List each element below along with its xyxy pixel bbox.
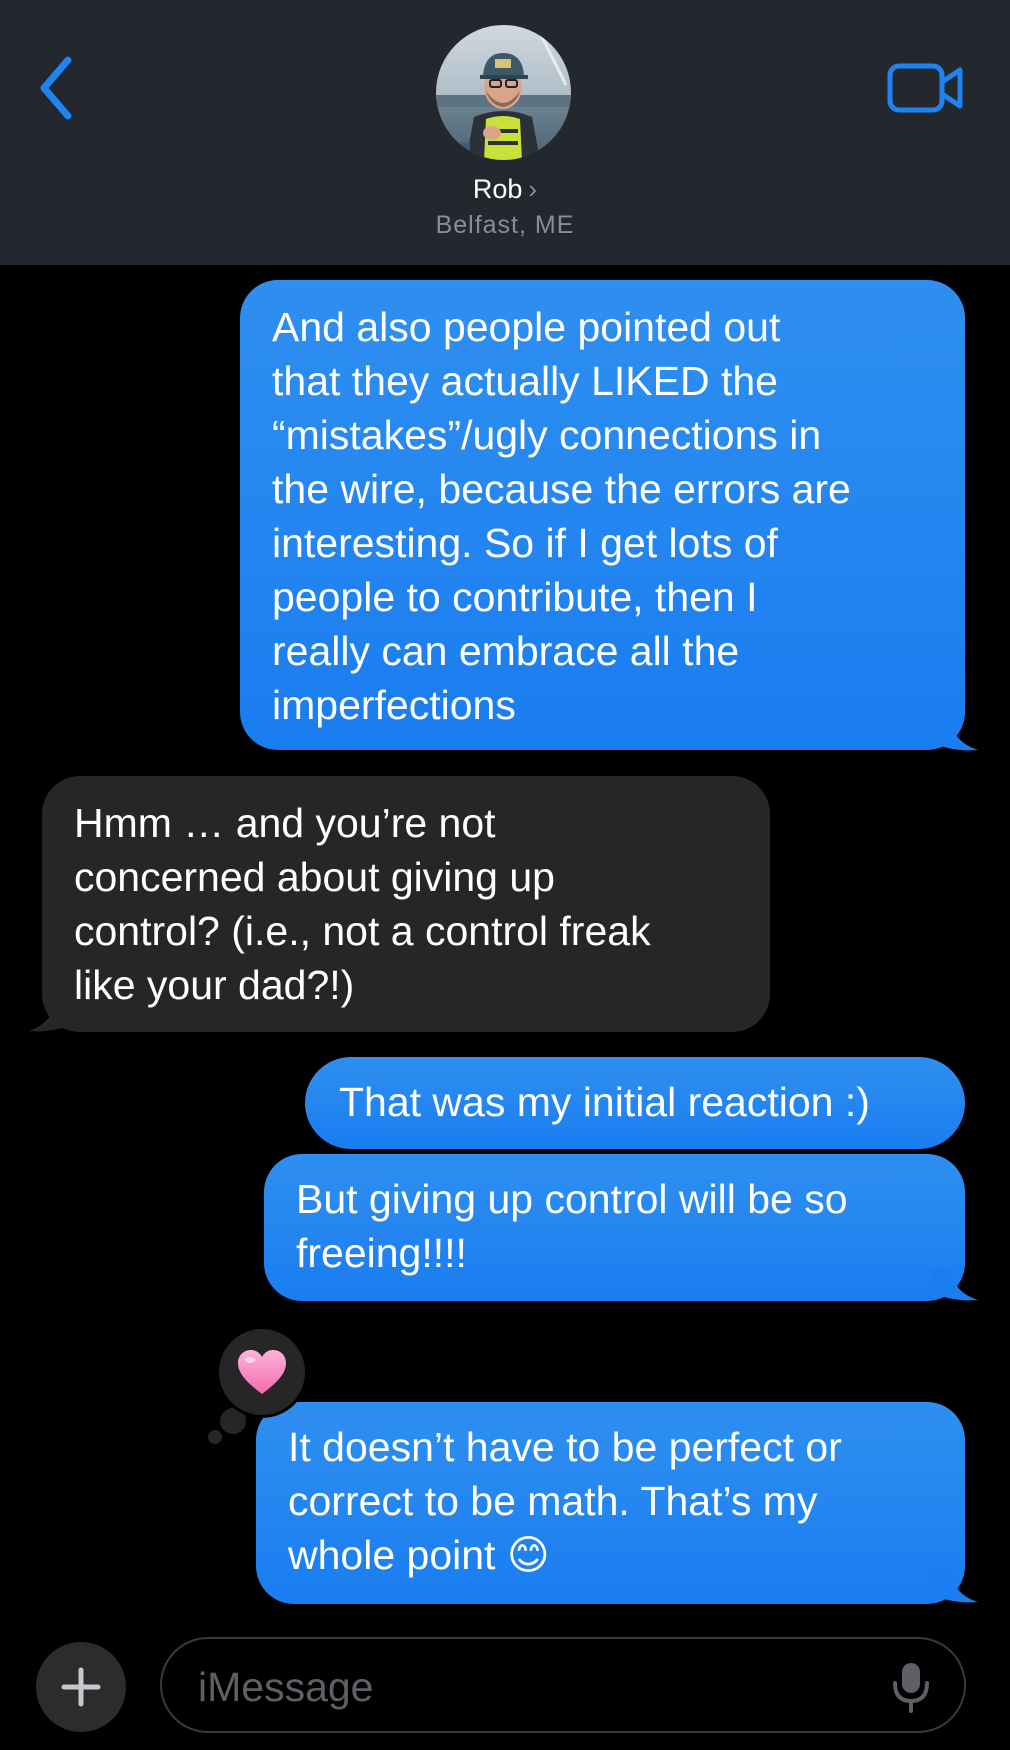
contact-avatar[interactable] bbox=[436, 25, 571, 160]
message-line: correct to be math. That’s my bbox=[288, 1478, 818, 1524]
bubble-tail bbox=[930, 716, 978, 751]
add-attachment-button[interactable] bbox=[36, 1642, 126, 1732]
chevron-left-icon bbox=[40, 56, 72, 120]
sent-message-bubble[interactable]: That was my initial reaction :) bbox=[305, 1057, 965, 1149]
sent-message-bubble[interactable]: And also people pointed out that they ac… bbox=[240, 280, 965, 750]
message-line: freeing!!!! bbox=[296, 1230, 467, 1276]
bubble-tail bbox=[930, 1266, 978, 1301]
message-line: interesting. So if I get lots of bbox=[272, 520, 778, 566]
contact-name-button[interactable]: Rob › bbox=[0, 174, 1010, 205]
back-button[interactable] bbox=[30, 50, 90, 130]
message-line: whole point 😊 bbox=[288, 1532, 550, 1578]
video-camera-icon bbox=[887, 63, 963, 113]
message-line: control? (i.e., not a control freak bbox=[74, 908, 651, 954]
messages-screen: Rob › Belfast, ME And also people pointed… bbox=[0, 0, 1010, 1750]
message-line: really can embrace all the bbox=[272, 628, 740, 674]
message-line: people to contribute, then I bbox=[272, 574, 758, 620]
message-composer[interactable] bbox=[160, 1637, 966, 1733]
chevron-right-icon: › bbox=[528, 174, 538, 204]
conversation-header: Rob › Belfast, ME bbox=[0, 0, 1010, 265]
plus-icon bbox=[61, 1667, 101, 1707]
message-line: “mistakes”/ugly connections in bbox=[272, 412, 822, 458]
message-line: the wire, because the errors are bbox=[272, 466, 851, 512]
dictation-button[interactable] bbox=[888, 1661, 934, 1713]
message-line: But giving up control will be so bbox=[296, 1176, 848, 1222]
message-line: And also people pointed out bbox=[272, 304, 781, 350]
microphone-icon bbox=[893, 1663, 929, 1713]
bubble-tail bbox=[930, 1568, 978, 1603]
contact-location: Belfast, ME bbox=[435, 211, 575, 239]
bubble-tail bbox=[28, 997, 76, 1032]
imessage-input[interactable] bbox=[196, 1659, 840, 1715]
message-line: It doesn’t have to be perfect or bbox=[288, 1424, 842, 1470]
sent-message-bubble[interactable]: It doesn’t have to be perfect or correct… bbox=[256, 1402, 965, 1604]
message-line: Hmm … and you’re not bbox=[74, 800, 496, 846]
sent-message-bubble[interactable]: But giving up control will be so freeing… bbox=[264, 1154, 965, 1301]
heart-reaction[interactable] bbox=[216, 1326, 308, 1418]
received-message-bubble[interactable]: Hmm … and you’re not concerned about giv… bbox=[42, 776, 770, 1032]
reaction-bubble-dot bbox=[208, 1430, 222, 1444]
avatar-photo bbox=[436, 25, 571, 160]
message-line: that they actually LIKED the bbox=[272, 358, 778, 404]
message-line: like your dad?!) bbox=[74, 962, 355, 1008]
heart-icon bbox=[238, 1350, 286, 1394]
message-line: That was my initial reaction :) bbox=[339, 1079, 870, 1125]
message-line: concerned about giving up bbox=[74, 854, 555, 900]
message-line: imperfections bbox=[272, 682, 516, 728]
video-call-button[interactable] bbox=[886, 60, 966, 118]
contact-name: Rob bbox=[472, 174, 523, 204]
